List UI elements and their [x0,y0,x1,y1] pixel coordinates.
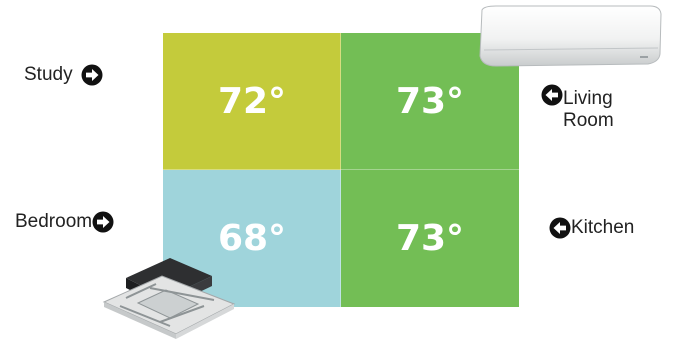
arrow-right-circle-icon [92,211,114,233]
arrow-left-circle-icon [549,217,571,239]
grid-divider-horizontal [163,169,519,170]
label-living-room-line1: Living [563,88,613,109]
zone-study-temp: 72° [217,81,287,122]
ceiling-cassette-ac-unit [102,258,236,339]
grid-divider-vertical [340,33,341,307]
label-bedroom: Bedroom [15,211,114,233]
label-bedroom-text: Bedroom [15,211,93,232]
wall-mounted-ac-unit [479,5,662,67]
zone-bedroom-temp: 68° [217,218,287,259]
zone-kitchen-temp: 73° [395,218,465,259]
label-kitchen-text: Kitchen [571,217,635,238]
label-living-room: Living Room [541,84,614,132]
arrow-right-circle-icon [81,64,103,86]
label-kitchen: Kitchen [549,217,634,239]
label-study-text: Study [24,64,73,85]
zone-study: 72° [163,33,341,170]
arrow-left-circle-icon [541,84,563,106]
zone-living-room-temp: 73° [395,81,465,122]
zone-kitchen: 73° [341,170,519,307]
label-living-room-line2: Room [563,110,614,131]
label-study: Study [24,64,103,86]
label-living-room-text: Living Room [563,88,614,132]
